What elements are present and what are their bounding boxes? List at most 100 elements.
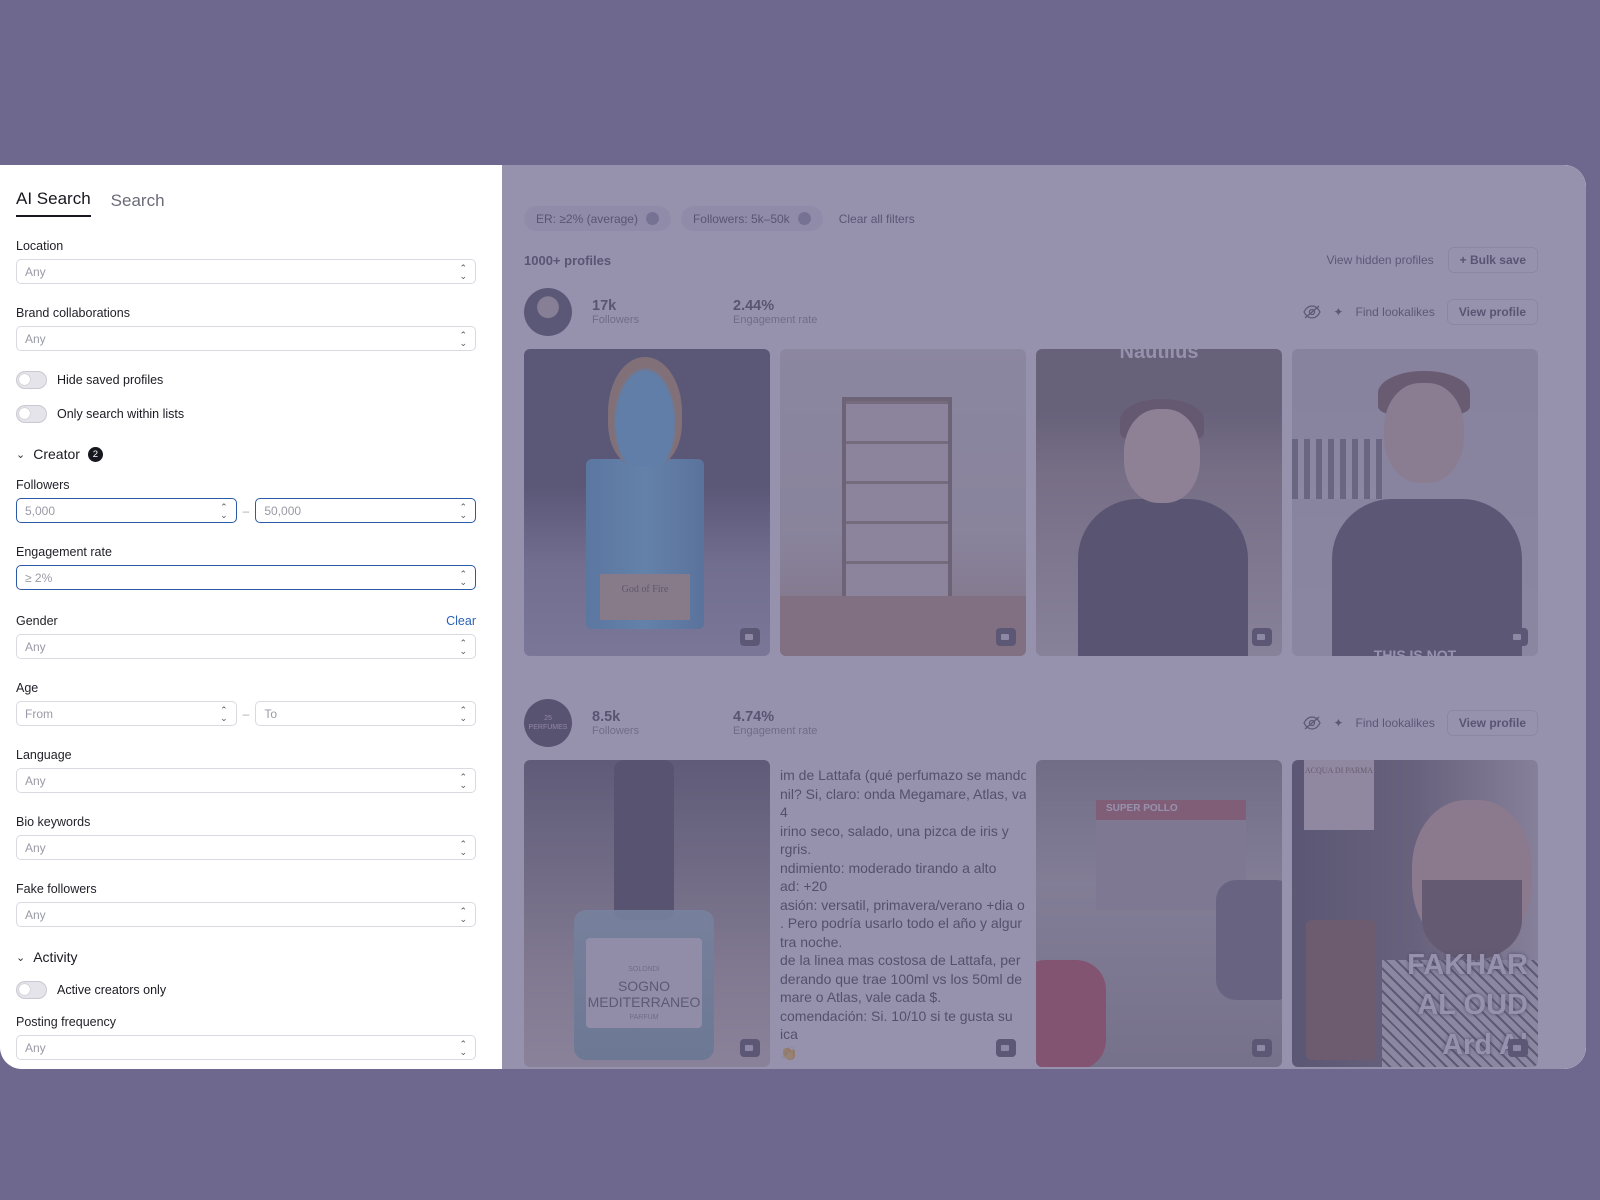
activity-section-header[interactable]: ⌄ Activity — [16, 949, 476, 965]
chevron-down-icon: ⌄ — [16, 951, 26, 964]
chip-label: Followers: 5k–50k — [692, 211, 790, 226]
find-lookalikes-link[interactable]: Find lookalikes — [1355, 716, 1434, 730]
person-body — [1078, 499, 1248, 656]
engagement-select[interactable]: ≥ 2% ⌃ ⌄ — [16, 565, 476, 590]
engagement-value: ≥ 2% — [25, 570, 53, 585]
followers-min-value: 5,000 — [25, 503, 56, 518]
active-only-toggle[interactable] — [16, 981, 47, 999]
post-thumbnail[interactable]: ACQUA DI PARMA FAKHAR AL OUD Ard Al — [1292, 760, 1538, 1067]
caption-line: derando que trae 100ml vs los 50ml de — [780, 970, 1023, 987]
remove-chip-icon[interactable] — [645, 212, 659, 225]
age-label: Age — [16, 681, 476, 695]
chevron-down-icon: ⌄ — [16, 448, 26, 461]
video-caption: Nautilus — [1119, 349, 1199, 363]
bottle-label: SOLONDI SOGNO MEDITERRANEO PARFUM — [586, 938, 702, 1028]
post-thumbnail[interactable]: im de Lattafa (qué perfumazo se mando nil… — [780, 760, 1026, 1067]
gender-label: Gender Clear — [16, 614, 476, 628]
post-thumbnail[interactable]: God of Fire — [524, 349, 770, 656]
bio-label: Bio keywords — [16, 815, 476, 829]
language-select[interactable]: Any ⌃ ⌄ — [16, 768, 476, 793]
fake-label-text: Fake followers — [16, 882, 97, 896]
bio-value: Any — [25, 840, 46, 855]
followers-range: 5,000 ⌃ ⌄ – 50,000 ⌃ ⌄ — [16, 498, 476, 523]
profile-count: 1000+ profiles — [524, 252, 612, 268]
chevron-updown-icon: ⌃ ⌄ — [459, 1038, 467, 1057]
filter-chip-followers: Followers: 5k–50k — [680, 206, 823, 231]
chevron-updown-icon: ⌃ ⌄ — [459, 262, 467, 281]
only-lists-row: Only search within lists — [16, 405, 476, 423]
bulk-save-button[interactable]: + Bulk save — [1447, 247, 1538, 273]
video-icon — [1508, 628, 1528, 646]
post-thumbnail[interactable]: SOLONDI SOGNO MEDITERRANEO PARFUM — [524, 760, 770, 1067]
brand-select[interactable]: Any ⌃ ⌄ — [16, 326, 476, 351]
brand-label-text: Brand collaborations — [16, 306, 130, 320]
hide-saved-toggle[interactable] — [16, 371, 47, 389]
followers-min-input[interactable]: 5,000 ⌃ ⌄ — [16, 498, 237, 523]
filter-chip-er: ER: ≥2% (average) — [524, 206, 671, 231]
language-label: Language — [16, 748, 476, 762]
view-profile-button[interactable]: View profile — [1446, 299, 1538, 325]
chevron-updown-icon: ⌃ ⌄ — [459, 637, 467, 656]
avatar[interactable]: 25 PERFUMES — [524, 699, 572, 747]
followers-stat: 17k Followers — [592, 298, 712, 326]
bottle-sub: PARFUM — [629, 1014, 659, 1021]
caption-line: comendación: Si. 10/10 si te gusta su — [780, 1007, 1013, 1024]
only-lists-toggle[interactable] — [16, 405, 47, 423]
engagement-value: 2.44% — [733, 298, 775, 314]
hide-eye-icon[interactable] — [1303, 305, 1322, 319]
followers-label: Followers — [592, 725, 640, 737]
post-thumbnail[interactable] — [780, 349, 1026, 656]
fake-select[interactable]: Any ⌃ ⌄ — [16, 902, 476, 927]
activity-section-label: Activity — [33, 949, 78, 965]
parked-car — [1036, 960, 1106, 1067]
creator-section-header[interactable]: ⌄ Creator 2 — [16, 446, 476, 462]
remove-chip-icon[interactable] — [797, 212, 811, 225]
tab-search[interactable]: Search — [111, 191, 165, 217]
view-hidden-profiles-link[interactable]: View hidden profiles — [1326, 253, 1433, 267]
range-dash: – — [242, 503, 250, 518]
caption-line: im de Lattafa (qué perfumazo se mando — [780, 767, 1026, 783]
video-icon — [996, 628, 1016, 646]
sparkle-icon: ✦ — [1333, 716, 1344, 730]
parked-car — [1216, 880, 1282, 1000]
post-thumbnail[interactable]: Nautilus — [1036, 349, 1282, 656]
chevron-updown-icon: ⌃ ⌄ — [459, 771, 467, 790]
age-to-select[interactable]: To ⌃ ⌄ — [255, 701, 476, 726]
chevron-updown-icon: ⌃ ⌄ — [459, 905, 467, 924]
language-value: Any — [25, 773, 46, 788]
find-lookalikes-link[interactable]: Find lookalikes — [1355, 305, 1434, 319]
person-body — [1332, 499, 1522, 656]
sparkle-icon: ✦ — [1333, 305, 1344, 319]
location-label: Location — [16, 239, 476, 253]
followers-max-input[interactable]: 50,000 ⌃ ⌄ — [255, 498, 476, 523]
results-panel: ER: ≥2% (average) Followers: 5k–50k Clea… — [502, 165, 1586, 1069]
post-thumbnail[interactable]: SUPER POLLO — [1036, 760, 1282, 1067]
gender-clear-link[interactable]: Clear — [446, 614, 476, 628]
bio-label-text: Bio keywords — [16, 815, 91, 829]
posting-select[interactable]: Any ⌃ ⌄ — [16, 1035, 476, 1060]
video-icon — [1508, 1039, 1528, 1057]
caption-line: ndimiento: moderado tirando a alto — [780, 859, 997, 876]
avatar[interactable] — [524, 288, 572, 336]
clear-all-filters-link[interactable]: Clear all filters — [839, 212, 915, 226]
bottle-cap — [608, 357, 682, 467]
engagement-stat: 2.44% Engagement rate — [733, 298, 853, 326]
profile-card: 17k Followers 2.44% Engagement rate ✦ Fi… — [524, 287, 1538, 656]
video-icon — [996, 1039, 1016, 1057]
post-grid: SOLONDI SOGNO MEDITERRANEO PARFUM im de La… — [524, 760, 1538, 1067]
app-window: AI Search Search Location Any ⌃ ⌄ Brand co… — [0, 165, 1586, 1069]
location-label-text: Location — [16, 239, 64, 253]
bio-select[interactable]: Any ⌃ ⌄ — [16, 835, 476, 860]
hide-saved-label: Hide saved profiles — [57, 373, 164, 387]
gender-select[interactable]: Any ⌃ ⌄ — [16, 634, 476, 659]
post-grid: God of Fire Nautilus THIS IS NOT — [524, 349, 1538, 656]
age-from-select[interactable]: From ⌃ ⌄ — [16, 701, 237, 726]
hide-eye-icon[interactable] — [1303, 716, 1322, 730]
post-thumbnail[interactable]: THIS IS NOT — [1292, 349, 1538, 656]
location-select[interactable]: Any ⌃ ⌄ — [16, 259, 476, 284]
caption-line: AL OUD — [1417, 989, 1528, 1021]
chevron-updown-icon: ⌃ ⌄ — [459, 838, 467, 857]
view-profile-button[interactable]: View profile — [1446, 710, 1538, 736]
tab-ai-search[interactable]: AI Search — [16, 189, 91, 217]
caption-line: irino seco, salado, una pizca de iris y — [780, 822, 1009, 839]
